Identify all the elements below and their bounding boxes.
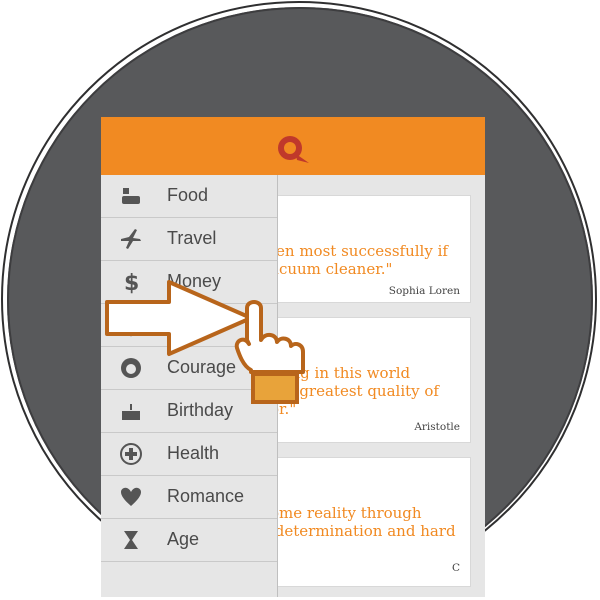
q-logo-icon[interactable] — [273, 132, 313, 166]
swipe-right-hand-icon — [105, 280, 305, 404]
airplane-icon — [121, 229, 141, 249]
drawer-item-health[interactable]: Health — [101, 433, 277, 476]
app-bar — [101, 117, 485, 175]
quote-author: Aristotle — [414, 421, 460, 433]
drawer-item-label: Food — [167, 185, 209, 205]
quote-text: ten most successfully if acuum cleaner." — [270, 242, 448, 278]
drawer-item-age[interactable]: Age — [101, 519, 277, 562]
cupcake-icon — [122, 188, 140, 204]
quote-author: C — [451, 562, 460, 574]
quote-text: ome reality through determination and ha… — [270, 504, 456, 540]
quote-card[interactable]: ome reality through determination and ha… — [269, 457, 471, 587]
drawer-item-romance[interactable]: Romance — [101, 476, 277, 519]
drawer-item-food[interactable]: Food — [101, 175, 277, 218]
drawer-item-label: Romance — [167, 486, 245, 506]
drawer-item-travel[interactable]: Travel — [101, 218, 277, 261]
cross-icon — [120, 443, 142, 465]
hourglass-icon — [124, 531, 138, 549]
drawer-item-label: Age — [167, 529, 200, 549]
drawer-item-label: Health — [167, 443, 220, 463]
quote-author: Sophia Loren — [388, 285, 460, 297]
drawer-item-label: Travel — [167, 228, 217, 248]
heart-icon — [121, 487, 141, 506]
